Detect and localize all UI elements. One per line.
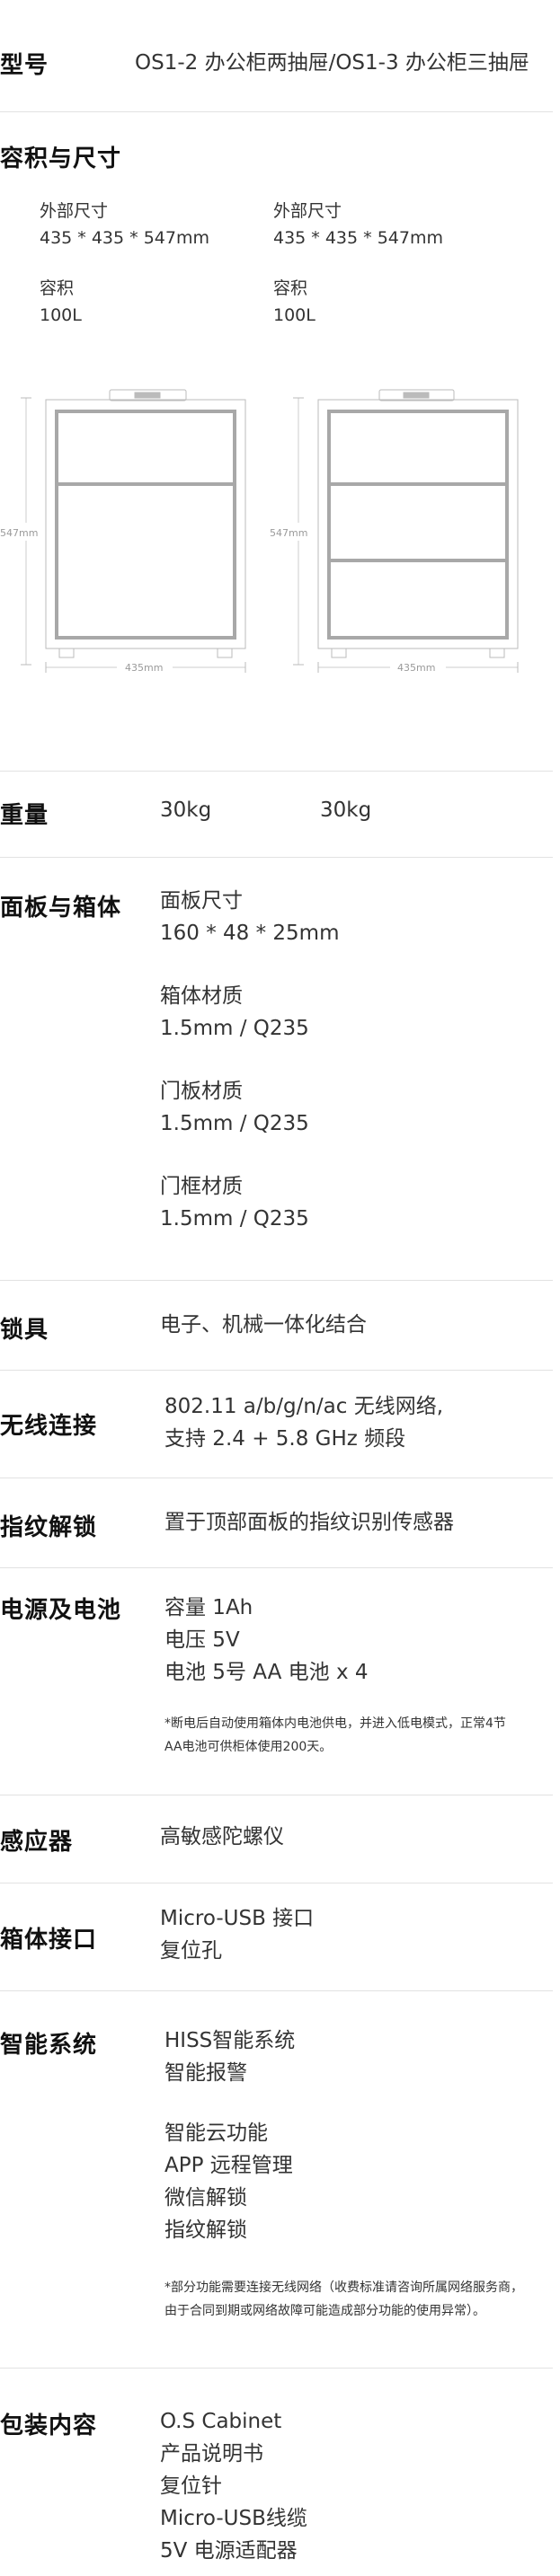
dimensions-col1: 外部尺寸 435 * 435 * 547mm 容积 100L	[40, 198, 209, 329]
vol-label: 容积	[273, 278, 308, 298]
spec-name: 门板材质	[160, 1080, 243, 1103]
ext-value: 435 * 435 * 547mm	[40, 228, 209, 248]
power-label: 电源及电池	[0, 1597, 122, 1624]
vol-label: 容积	[40, 278, 75, 298]
model-label: 型号	[0, 52, 49, 79]
wireless-value: 802.11 a/b/g/n/ac 无线网络, 支持 2.4 + 5.8 GHz…	[164, 1395, 444, 1451]
dimensions-title: 容积与尺寸	[0, 146, 122, 172]
sensor-label: 感应器	[0, 1829, 74, 1856]
fingerprint-value: 置于顶部面板的指纹识别传感器	[164, 1511, 454, 1534]
vol-value: 100L	[273, 305, 316, 325]
divider	[0, 1280, 553, 1281]
width-dimension-label: 435mm	[125, 662, 163, 674]
lock-label: 锁具	[0, 1317, 49, 1344]
package-item: Micro-USB线缆	[160, 2507, 307, 2530]
package-contents: O.S Cabinet 产品说明书 复位针 Micro-USB线缆 5V 电源适…	[160, 2405, 307, 2567]
weight-value-2: 30kg	[320, 798, 372, 822]
panel-specs: 面板尺寸 160 * 48 * 25mm 箱体材质 1.5mm / Q235 门…	[160, 885, 340, 1235]
fingerprint-label: 指纹解锁	[0, 1514, 98, 1541]
smart-label: 智能系统	[0, 2032, 98, 2059]
package-item: 产品说明书	[160, 2442, 263, 2466]
divider	[0, 111, 553, 112]
spec-value: 1.5mm / Q235	[160, 1017, 309, 1040]
spec-name: 箱体材质	[160, 984, 243, 1008]
divider	[0, 771, 553, 772]
cabinet-3-drawer-drawing: 547mm 435mm	[270, 389, 519, 674]
spec-name: 门框材质	[160, 1175, 243, 1198]
width-dimension-label: 435mm	[397, 662, 435, 674]
vol-value: 100L	[40, 305, 82, 325]
smart-features-b: 智能云功能 APP 远程管理 微信解锁 指纹解锁	[164, 2122, 293, 2242]
wireless-label: 无线连接	[0, 1413, 98, 1440]
package-item: O.S Cabinet	[160, 2410, 282, 2433]
smart-note: *部分功能需要连接无线网络（收费标准请咨询所属网络服务商， 由于合同到期或网络故…	[164, 2280, 523, 2318]
divider	[0, 2368, 553, 2369]
ext-label: 外部尺寸	[273, 201, 342, 221]
power-note: *断电后自动使用箱体内电池供电，并进入低电模式，正常4节 AA电池可供柜体使用2…	[164, 1716, 506, 1754]
dimensions-col2: 外部尺寸 435 * 435 * 547mm 容积 100L	[273, 198, 443, 329]
height-dimension-label: 547mm	[0, 527, 38, 539]
package-item: 复位针	[160, 2475, 222, 2498]
divider	[0, 1990, 553, 1991]
panel-label: 面板与箱体	[0, 895, 122, 922]
model-value: OS1-2 办公柜两抽屉/OS1-3 办公柜三抽屉	[135, 51, 529, 75]
weight-value-1: 30kg	[160, 798, 212, 822]
package-label: 包装内容	[0, 2413, 98, 2439]
lock-value: 电子、机械一体化结合	[160, 1313, 367, 1337]
height-dimension-label: 547mm	[270, 527, 307, 539]
sensor-value: 高敏感陀螺仪	[160, 1825, 284, 1848]
weight-label: 重量	[0, 802, 49, 829]
spec-name: 面板尺寸	[160, 889, 243, 913]
ext-value: 435 * 435 * 547mm	[273, 228, 443, 248]
ext-label: 外部尺寸	[40, 201, 109, 221]
port-label: 箱体接口	[0, 1927, 98, 1954]
divider	[0, 1370, 553, 1371]
spec-value: 1.5mm / Q235	[160, 1207, 309, 1231]
cabinet-2-drawer-drawing: 547mm 435mm	[0, 389, 246, 674]
port-value: Micro-USB 接口 复位孔	[160, 1907, 315, 1963]
divider	[0, 1567, 553, 1568]
divider	[0, 857, 553, 858]
package-item: 5V 电源适配器	[160, 2539, 298, 2563]
smart-features-a: HISS智能系统 智能报警	[164, 2029, 296, 2085]
spec-value: 160 * 48 * 25mm	[160, 922, 340, 945]
spec-value: 1.5mm / Q235	[160, 1112, 309, 1135]
power-specs: 容量 1Ah 电压 5V 电池 5号 AA 电池 x 4	[164, 1596, 369, 1684]
